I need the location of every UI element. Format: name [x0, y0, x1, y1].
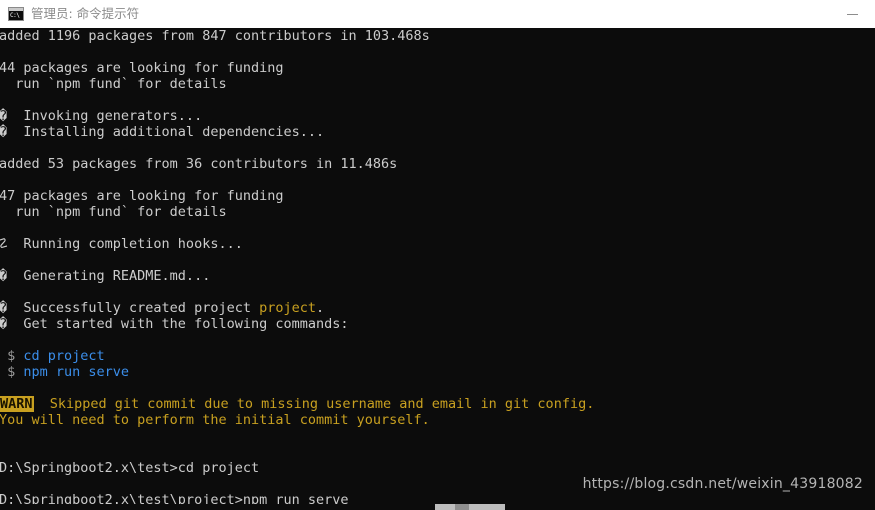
console-line-command-cd: $ cd project [0, 348, 875, 364]
console-line: � Installing additional dependencies... [0, 124, 325, 140]
console-line: � Get started with the following command… [0, 316, 349, 332]
window-controls [830, 0, 875, 28]
minimize-icon [847, 13, 858, 15]
console-line: ☡ Running completion hooks... [0, 236, 243, 252]
console-line: added 1196 packages from 847 contributor… [0, 28, 430, 44]
command-cd-text: cd project [23, 348, 105, 364]
console-line-warning-continued: You will need to perform the initial com… [0, 412, 875, 428]
console-line: 44 packages are looking for funding [0, 60, 284, 76]
console-line: � Invoking generators... [0, 108, 203, 124]
cmd-icon [8, 7, 24, 21]
console-line: � Generating README.md... [0, 268, 211, 284]
success-prefix: � Successfully created project [0, 300, 260, 316]
dollar-prompt-symbol: $ [0, 348, 24, 364]
horizontal-scrollbar[interactable] [0, 504, 875, 510]
success-suffix: . [316, 300, 325, 316]
watermark-url: https://blog.csdn.net/weixin_43918082 [582, 476, 863, 492]
title-bar-left: 管理员: 命令提示符 [0, 0, 830, 28]
warn-message-text: Skipped git commit due to missing userna… [33, 396, 595, 412]
console-line: 47 packages are looking for funding [0, 188, 284, 204]
console-line-prompt-cd: D:\Springboot2.x\test>cd project [0, 460, 260, 476]
console-line: run `npm fund` for details [0, 204, 227, 220]
minimize-button[interactable] [830, 0, 875, 28]
warn-badge: WARN [0, 396, 34, 412]
console-output-area[interactable]: added 1196 packages from 847 contributor… [0, 28, 875, 510]
title-bar[interactable]: 管理员: 命令提示符 [0, 0, 875, 28]
warn-message-second-line: You will need to perform the initial com… [0, 412, 430, 428]
console-line-warning: WARN Skipped git commit due to missing u… [0, 396, 875, 412]
command-serve-text: npm run serve [23, 364, 130, 380]
command-prompt-window: 管理员: 命令提示符 added 1196 packages from 847 … [0, 0, 875, 510]
console-line: run `npm fund` for details [0, 76, 227, 92]
console-line-success: � Successfully created project project. [0, 300, 875, 316]
console-lines: added 1196 packages from 847 contributor… [0, 28, 875, 508]
success-project-name: project [259, 300, 316, 316]
console-line-command-serve: $ npm run serve [0, 364, 875, 380]
scrollbar-thumb-grip [455, 504, 469, 510]
dollar-prompt-symbol: $ [0, 364, 24, 380]
window-title: 管理员: 命令提示符 [31, 6, 140, 21]
horizontal-scrollbar-thumb[interactable] [435, 504, 505, 510]
console-line: added 53 packages from 36 contributors i… [0, 156, 398, 172]
